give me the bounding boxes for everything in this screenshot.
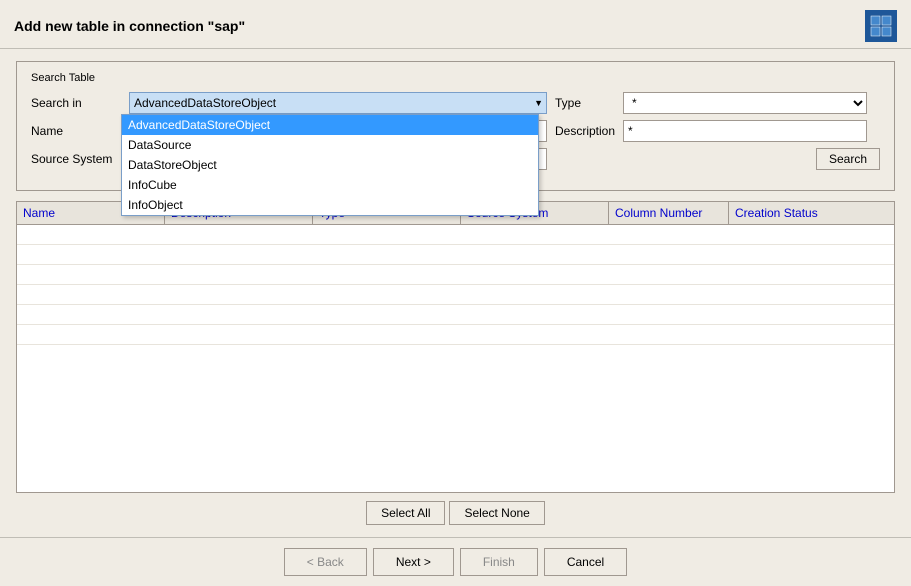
search-in-value: AdvancedDataStoreObject [134, 96, 276, 110]
table-body [17, 225, 894, 355]
back-button[interactable]: < Back [284, 548, 367, 576]
table-icon [865, 10, 897, 42]
table-row [17, 305, 894, 325]
window-title: Add new table in connection "sap" [14, 18, 245, 34]
dropdown-item-1[interactable]: DataSource [122, 135, 538, 155]
dropdown-item-2[interactable]: DataStoreObject [122, 155, 538, 175]
type-label: Type [555, 96, 615, 110]
nav-bar: < Back Next > Finish Cancel [0, 537, 911, 586]
main-window: Add new table in connection "sap" Search… [0, 0, 911, 586]
description-label: Description [555, 124, 615, 138]
description-input[interactable] [623, 120, 867, 142]
table-row [17, 245, 894, 265]
table-container: Name Description Type Source System Colu… [16, 201, 895, 493]
table-row [17, 285, 894, 305]
select-all-button[interactable]: Select All [366, 501, 445, 525]
table-row [17, 325, 894, 345]
table-row [17, 225, 894, 245]
search-group: Search Table Search in AdvancedDataStore… [16, 61, 895, 191]
name-label: Name [31, 124, 121, 138]
content-area: Search Table Search in AdvancedDataStore… [0, 49, 911, 537]
dropdown-item-3[interactable]: InfoCube [122, 175, 538, 195]
source-system-label: Source System [31, 152, 121, 166]
type-select[interactable]: * [623, 92, 867, 114]
col-creation-status: Creation Status [729, 202, 877, 224]
col-column-number: Column Number [609, 202, 729, 224]
title-bar: Add new table in connection "sap" [0, 0, 911, 49]
dropdown-overlay: AdvancedDataStoreObject DataSource DataS… [121, 114, 539, 216]
search-in-dropdown[interactable]: AdvancedDataStoreObject [129, 92, 547, 114]
finish-button[interactable]: Finish [460, 548, 538, 576]
select-none-button[interactable]: Select None [449, 501, 544, 525]
search-in-row: Search in AdvancedDataStoreObject ▼ Type… [31, 92, 880, 114]
cancel-button[interactable]: Cancel [544, 548, 627, 576]
dropdown-item-0[interactable]: AdvancedDataStoreObject [122, 115, 538, 135]
search-in-label: Search in [31, 96, 121, 110]
search-group-label: Search Table [31, 72, 880, 84]
table-row [17, 265, 894, 285]
dropdown-item-4[interactable]: InfoObject [122, 195, 538, 215]
select-buttons-area: Select All Select None [16, 501, 895, 525]
search-button[interactable]: Search [816, 148, 880, 170]
next-button[interactable]: Next > [373, 548, 454, 576]
